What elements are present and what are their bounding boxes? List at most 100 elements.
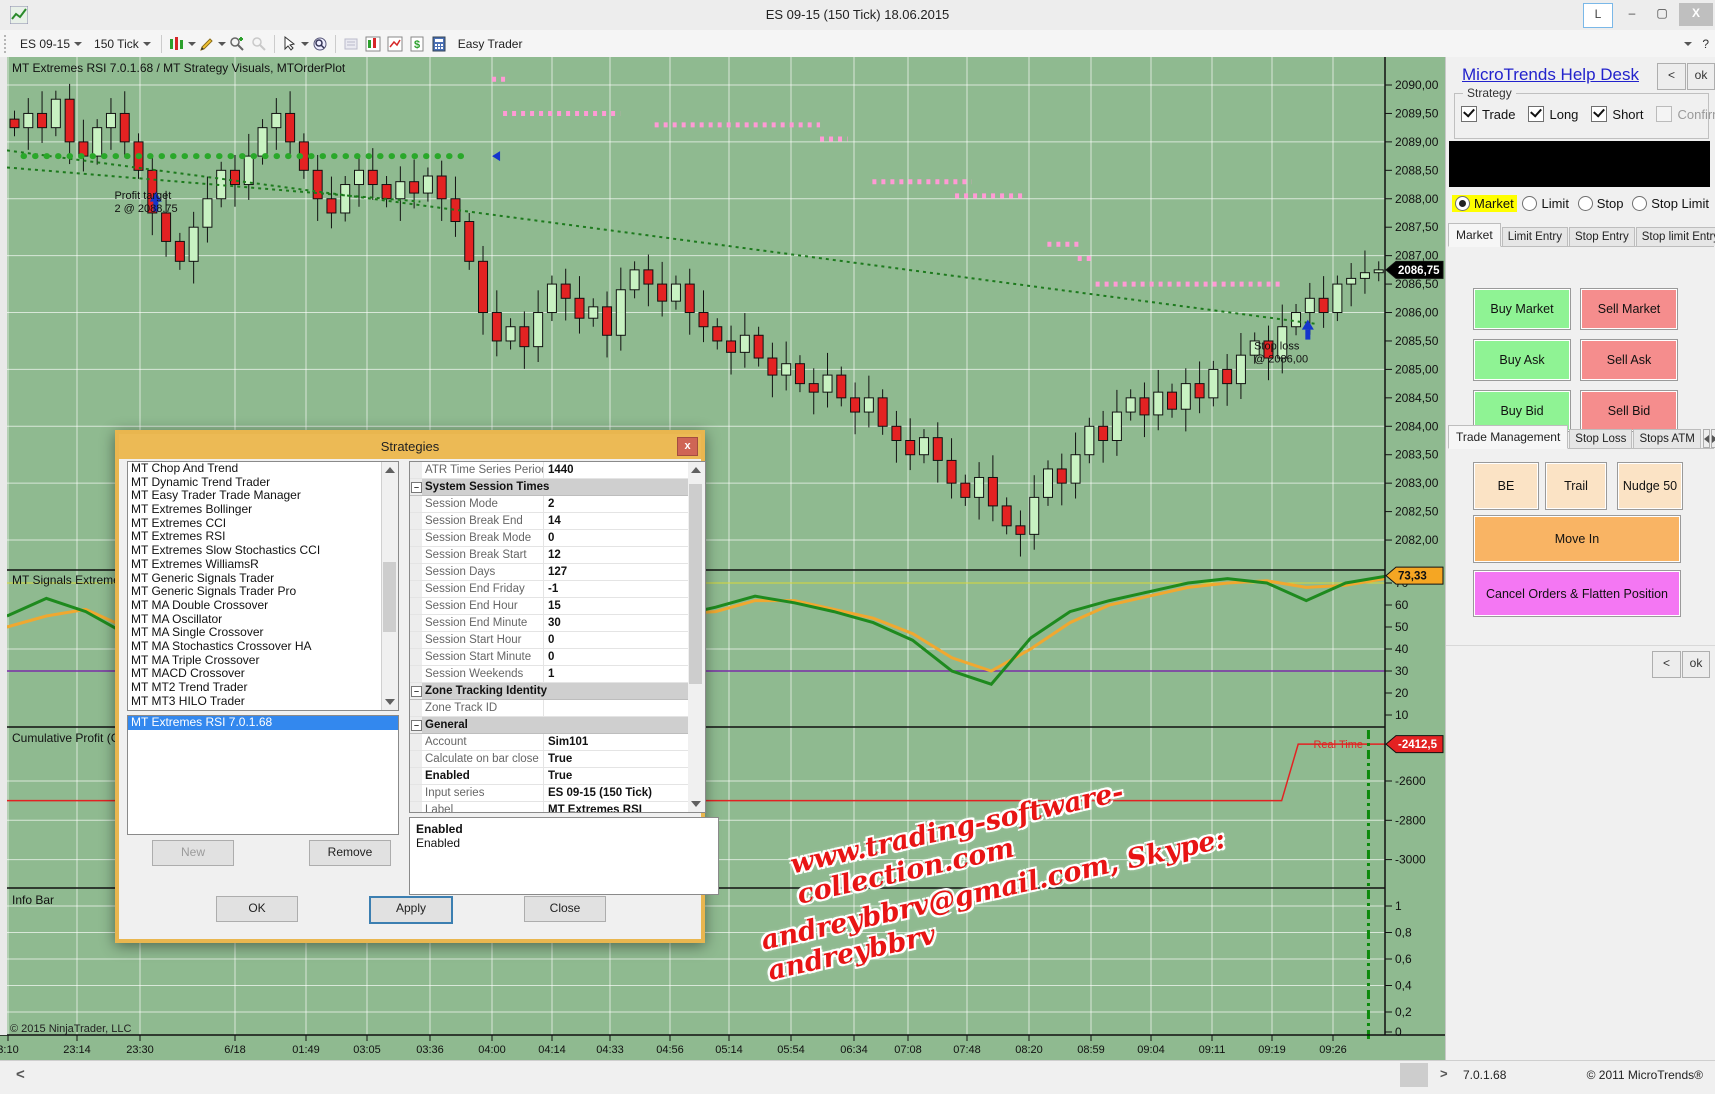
radio-stop-limit[interactable]: Stop Limit (1629, 195, 1712, 212)
applied-item[interactable]: MT Extremes RSI 7.0.1.68 (128, 716, 398, 730)
list-item[interactable]: MT MA Oscillator (128, 613, 398, 627)
list-item[interactable]: MT MT3 HILO Trader (128, 695, 398, 709)
tab-scroll-left-icon[interactable] (1703, 429, 1710, 448)
checkbox-short[interactable]: Short (1591, 106, 1643, 122)
sell-ask-button[interactable]: Sell Ask (1580, 339, 1678, 381)
tab-stop-loss[interactable]: Stop Loss (1569, 429, 1632, 448)
microtrends-help-link[interactable]: MicroTrends Help Desk (1462, 65, 1639, 85)
grid-property-row[interactable]: Session Start Minute0 (410, 649, 688, 666)
panel-back-button[interactable]: < (1657, 63, 1686, 90)
zoom-region-icon[interactable] (309, 34, 331, 54)
tab-stops-atm[interactable]: Stops ATM (1633, 429, 1700, 448)
list-item[interactable]: MT MA Double Crossover (128, 599, 398, 613)
zoom-out-icon[interactable] (248, 34, 270, 54)
list-item[interactable]: MT Dynamic Trend Trader (128, 476, 398, 490)
grid-property-row[interactable]: Session Mode2 (410, 496, 688, 513)
hscroll-thumb[interactable] (1400, 1063, 1428, 1087)
grid-property-row[interactable]: Session Weekends1 (410, 666, 688, 683)
list-item[interactable]: MT MACD Crossover (128, 667, 398, 681)
toolbar-overflow-icon[interactable] (1684, 42, 1692, 46)
calculator-icon[interactable] (428, 34, 450, 54)
maximize-button[interactable]: ▢ (1650, 3, 1674, 26)
list-item[interactable]: MT Extremes Bollinger (128, 503, 398, 517)
sell-market-button[interactable]: Sell Market (1580, 288, 1678, 330)
remove-button[interactable]: Remove (309, 840, 391, 866)
list-item[interactable]: MT Extremes RSI (128, 530, 398, 544)
nudge-50-button[interactable]: Nudge 50 (1617, 462, 1683, 510)
grid-property-row[interactable]: Session Break Mode0 (410, 530, 688, 547)
draw-pencil-icon[interactable] (196, 34, 218, 54)
list-item[interactable]: MT Extremes CCI (128, 517, 398, 531)
list-item[interactable]: MT MT2 Trend Trader (128, 681, 398, 695)
list-item[interactable]: MT MA Single Crossover (128, 626, 398, 640)
dialog-title-bar[interactable]: Strategies x (119, 434, 701, 459)
move-in-button[interactable]: Move In (1473, 515, 1681, 563)
cancel-flatten-button[interactable]: Cancel Orders & Flatten Position (1473, 570, 1681, 617)
tab-scroll-right-icon[interactable] (1711, 429, 1715, 448)
panel-back-button-2[interactable]: < (1652, 651, 1681, 678)
new-button[interactable]: New (152, 840, 234, 866)
market-analyzer-icon[interactable] (384, 34, 406, 54)
title-bar[interactable]: ES 09-15 (150 Tick) 18.06.2015 L – ▢ X (0, 0, 1715, 31)
dialog-close-icon[interactable]: x (677, 437, 698, 456)
data-box-icon[interactable] (340, 34, 362, 54)
chevron-down-icon[interactable] (301, 42, 309, 46)
grid-scrollbar[interactable] (688, 461, 706, 813)
grid-section-row[interactable]: –Zone Tracking Identity (410, 683, 688, 700)
ok-button[interactable]: OK (216, 896, 298, 922)
grid-section-row[interactable]: –System Session Times (410, 479, 688, 496)
chart-style-icon[interactable] (166, 34, 188, 54)
list-item[interactable]: MT Extremes Slow Stochastics CCI (128, 544, 398, 558)
checkbox-confirm[interactable]: Confirm (1656, 106, 1715, 122)
close-button[interactable]: X (1679, 3, 1713, 26)
list-item[interactable]: MT MA Stochastics Crossover HA (128, 640, 398, 654)
list-scrollbar[interactable] (381, 462, 398, 710)
grid-section-row[interactable]: –General (410, 717, 688, 734)
instrument-dropdown[interactable]: ES 09-15 (14, 35, 88, 53)
list-item[interactable]: MT MA Triple Crossover (128, 654, 398, 668)
panel-ok-button-2[interactable]: ok (1682, 651, 1710, 678)
radio-limit[interactable]: Limit (1519, 195, 1571, 212)
toolbar-grip[interactable] (4, 35, 14, 53)
be-button[interactable]: BE (1473, 462, 1539, 510)
chevron-down-icon[interactable] (188, 42, 196, 46)
tab-stop-limit-entry[interactable]: Stop limit Entry (1636, 227, 1715, 246)
grid-property-row[interactable]: Session Break End14 (410, 513, 688, 530)
grid-property-row[interactable]: Session End Friday-1 (410, 581, 688, 598)
grid-property-row[interactable]: Session End Hour15 (410, 598, 688, 615)
checkbox-long[interactable]: Long (1528, 106, 1578, 122)
chart-trader-icon[interactable] (362, 34, 384, 54)
grid-property-row[interactable]: EnabledTrue (410, 768, 688, 785)
grid-property-row[interactable]: LabelMT Extremes RSI (410, 802, 688, 813)
grid-property-row[interactable]: ATR Time Series Period1440 (410, 462, 688, 479)
help-icon[interactable]: ? (1702, 37, 1709, 51)
account-dollar-icon[interactable]: $ (406, 34, 428, 54)
chevron-down-icon[interactable] (218, 42, 226, 46)
tab-market[interactable]: Market (1448, 223, 1501, 247)
list-item[interactable]: MT Generic Signals Trader (128, 572, 398, 586)
checkbox-trade[interactable]: Trade (1461, 106, 1515, 122)
trail-button[interactable]: Trail (1545, 462, 1607, 510)
list-item[interactable]: MT Chop And Trend (128, 462, 398, 476)
grid-property-row[interactable]: Session Break Start12 (410, 547, 688, 564)
grid-property-row[interactable]: Zone Track ID (410, 700, 688, 717)
link-window-button[interactable]: L (1583, 3, 1613, 28)
minimize-button[interactable]: – (1620, 3, 1644, 26)
grid-property-row[interactable]: Session End Minute30 (410, 615, 688, 632)
period-dropdown[interactable]: 150 Tick (88, 35, 157, 53)
available-strategies-list[interactable]: MT Chop And TrendMT Dynamic Trend Trader… (127, 461, 399, 711)
radio-stop[interactable]: Stop (1575, 195, 1627, 212)
grid-property-row[interactable]: Calculate on bar closeTrue (410, 751, 688, 768)
strategy-properties-grid[interactable]: ATR Time Series Period1440–System Sessio… (409, 461, 689, 813)
grid-property-row[interactable]: Session Days127 (410, 564, 688, 581)
tab-trade-management[interactable]: Trade Management (1448, 425, 1568, 449)
tab-limit-entry[interactable]: Limit Entry (1502, 227, 1568, 246)
grid-property-row[interactable]: AccountSim101 (410, 734, 688, 751)
apply-button[interactable]: Apply (369, 896, 453, 924)
list-item[interactable]: MT Extremes WilliamsR (128, 558, 398, 572)
close-button-dialog[interactable]: Close (524, 896, 606, 922)
buy-ask-button[interactable]: Buy Ask (1473, 339, 1571, 381)
radio-market[interactable]: Market (1452, 195, 1517, 212)
grid-property-row[interactable]: Session Start Hour0 (410, 632, 688, 649)
list-item[interactable]: MT Easy Trader Trade Manager (128, 489, 398, 503)
